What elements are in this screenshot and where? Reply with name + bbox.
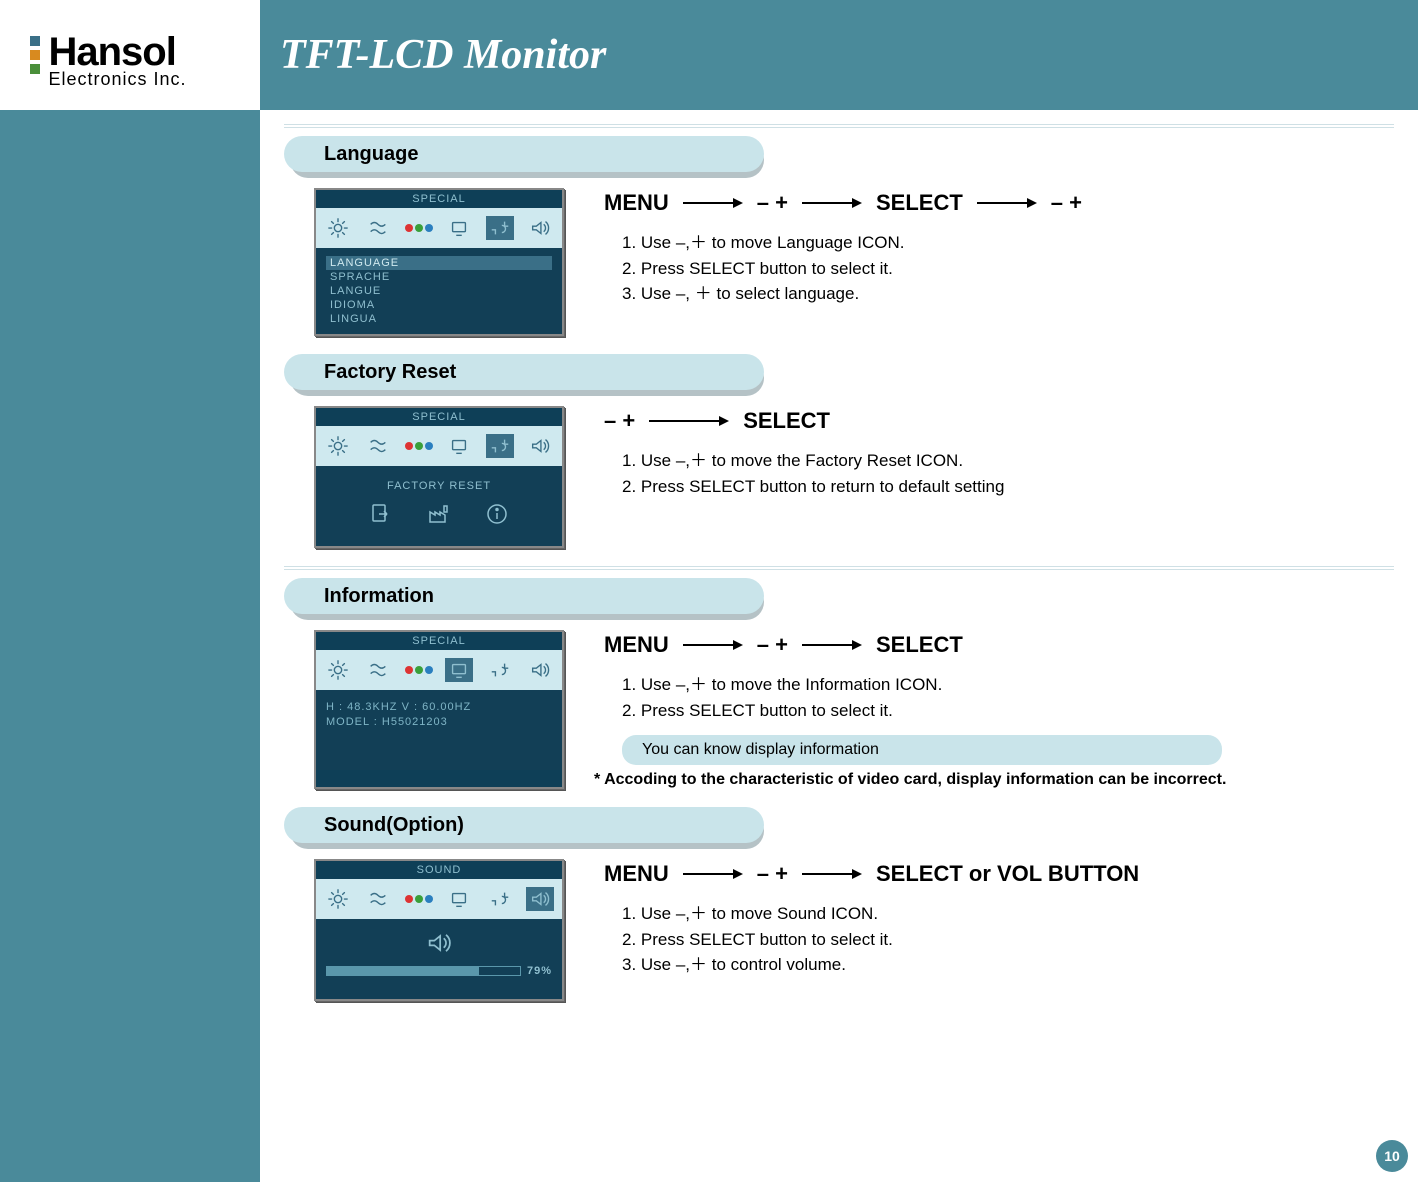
page-title: TFT-LCD Monitor — [280, 31, 606, 79]
osd-lang-item: LANGUE — [326, 284, 552, 298]
button-flow: MENU – + SELECT – + — [604, 190, 1394, 216]
flow-step: – + — [1051, 190, 1082, 216]
instruction-step: 2. Press SELECT button to select it. — [622, 927, 1394, 953]
speaker-icon — [425, 931, 453, 955]
flow-step: MENU — [604, 190, 669, 216]
geometry-icon — [364, 658, 392, 682]
special-icon — [486, 434, 514, 458]
info-note-pill: You can know display information — [622, 735, 1222, 765]
arrow-icon — [683, 196, 743, 210]
osd-screenshot-information: SPECIAL H : 48.3KHZ V : 60.00HZ MODEL : … — [314, 630, 564, 789]
flow-step: – + — [757, 861, 788, 887]
logo-subtitle: Electronics Inc. — [48, 69, 186, 90]
color-icon — [405, 442, 433, 450]
position-icon — [445, 887, 473, 911]
button-flow: – + SELECT — [604, 408, 1394, 434]
osd-title: SPECIAL — [316, 408, 562, 426]
osd-info-line: MODEL : H55021203 — [326, 715, 562, 730]
osd-caption: FACTORY RESET — [326, 474, 552, 502]
volume-value: 79% — [527, 965, 552, 977]
flow-step: SELECT or VOL BUTTON — [876, 861, 1139, 887]
instruction-step: 1. Use –,＋ to move the Factory Reset ICO… — [622, 448, 1394, 474]
instruction-step: 2. Press SELECT button to return to defa… — [622, 474, 1394, 500]
instruction-step: 3. Use –,＋ to control volume. — [622, 952, 1394, 978]
arrow-icon — [802, 638, 862, 652]
color-icon — [405, 895, 433, 903]
arrow-icon — [802, 196, 862, 210]
special-icon — [486, 216, 514, 240]
color-icon — [405, 224, 433, 232]
volume-slider-fill — [327, 967, 479, 975]
instruction-step: 1. Use –,＋ to move Sound ICON. — [622, 901, 1394, 927]
flow-step: – + — [604, 408, 635, 434]
instruction-step: 3. Use –, ＋ to select language. — [622, 281, 1394, 307]
info-icon — [483, 502, 511, 526]
sound-icon — [526, 216, 554, 240]
osd-lang-item: LINGUA — [326, 312, 552, 326]
arrow-icon — [649, 414, 729, 428]
flow-step: – + — [757, 190, 788, 216]
header-band: TFT-LCD Monitor — [260, 0, 1418, 110]
flow-step: SELECT — [876, 632, 963, 658]
volume-slider-track — [326, 966, 521, 976]
position-icon — [445, 434, 473, 458]
instruction-step: 2. Press SELECT button to select it. — [622, 256, 1394, 282]
special-icon — [486, 887, 514, 911]
brightness-icon — [324, 658, 352, 682]
logo-mark-icon — [30, 36, 40, 78]
geometry-icon — [364, 434, 392, 458]
osd-lang-item: LANGUAGE — [326, 256, 552, 270]
arrow-icon — [977, 196, 1037, 210]
special-icon — [486, 658, 514, 682]
flow-step: SELECT — [743, 408, 830, 434]
page-number-badge: 10 — [1376, 1140, 1408, 1172]
factory-icon — [425, 502, 453, 526]
arrow-icon — [683, 867, 743, 881]
flow-step: – + — [757, 632, 788, 658]
sound-icon — [526, 658, 554, 682]
osd-screenshot-language: SPECIAL LANGUAGE SPRACHE LANGUE IDIOMA — [314, 188, 564, 336]
osd-title: SOUND — [316, 861, 562, 879]
position-icon — [445, 658, 473, 682]
flow-step: MENU — [604, 861, 669, 887]
flow-step: MENU — [604, 632, 669, 658]
section-heading-factory-reset: Factory Reset — [284, 354, 764, 390]
section-heading-information: Information — [284, 578, 764, 614]
info-footnote: * Accoding to the characteristic of vide… — [594, 771, 1394, 789]
osd-lang-item: IDIOMA — [326, 298, 552, 312]
brightness-icon — [324, 216, 352, 240]
osd-screenshot-factory: SPECIAL FACTORY RESET — [314, 406, 564, 548]
color-icon — [405, 666, 433, 674]
sound-icon — [526, 434, 554, 458]
osd-title: SPECIAL — [316, 632, 562, 650]
brightness-icon — [324, 887, 352, 911]
osd-title: SPECIAL — [316, 190, 562, 208]
document-arrow-icon — [367, 502, 395, 526]
geometry-icon — [364, 216, 392, 240]
flow-step: SELECT — [876, 190, 963, 216]
section-heading-sound: Sound(Option) — [284, 807, 764, 843]
button-flow: MENU – + SELECT or VOL BUTTON — [604, 861, 1394, 887]
osd-info-line: H : 48.3KHZ V : 60.00HZ — [326, 700, 562, 715]
osd-lang-item: SPRACHE — [326, 270, 552, 284]
button-flow: MENU – + SELECT — [604, 632, 1394, 658]
section-heading-language: Language — [284, 136, 764, 172]
brightness-icon — [324, 434, 352, 458]
brand-logo: Hansol Electronics Inc. — [30, 30, 260, 90]
instruction-step: 1. Use –,＋ to move Language ICON. — [622, 230, 1394, 256]
geometry-icon — [364, 887, 392, 911]
arrow-icon — [802, 867, 862, 881]
osd-screenshot-sound: SOUND — [314, 859, 564, 1001]
arrow-icon — [683, 638, 743, 652]
instruction-step: 2. Press SELECT button to select it. — [622, 698, 1394, 724]
position-icon — [445, 216, 473, 240]
instruction-step: 1. Use –,＋ to move the Information ICON. — [622, 672, 1394, 698]
sound-icon — [526, 887, 554, 911]
